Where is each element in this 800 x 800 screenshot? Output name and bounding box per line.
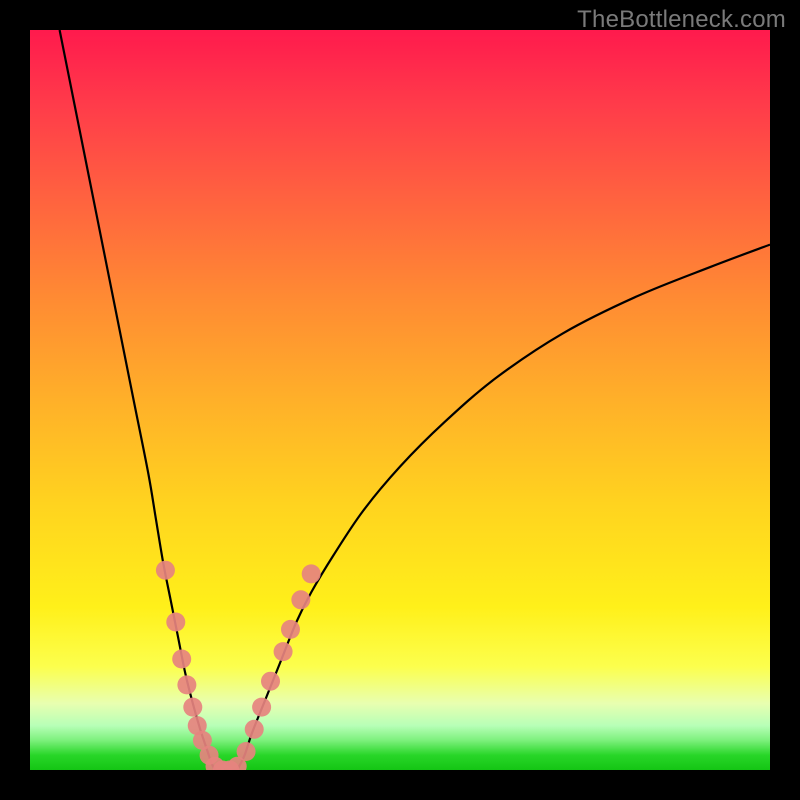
sample-marker <box>261 672 280 691</box>
sample-marker <box>302 564 321 583</box>
sample-marker <box>252 698 271 717</box>
sample-marker <box>281 620 300 639</box>
sample-marker <box>183 698 202 717</box>
sample-marker <box>291 590 310 609</box>
sample-marker <box>156 561 175 580</box>
sample-marker <box>166 613 185 632</box>
sample-marker <box>172 650 191 669</box>
outer-frame: TheBottleneck.com <box>0 0 800 800</box>
curve-layer <box>30 30 770 770</box>
left-branch-curve <box>60 30 215 770</box>
plot-area <box>30 30 770 770</box>
right-branch-curve <box>237 245 770 770</box>
sample-marker <box>177 675 196 694</box>
sample-marker <box>245 720 264 739</box>
sample-marker <box>274 642 293 661</box>
sample-markers <box>156 561 321 770</box>
sample-marker <box>237 742 256 761</box>
